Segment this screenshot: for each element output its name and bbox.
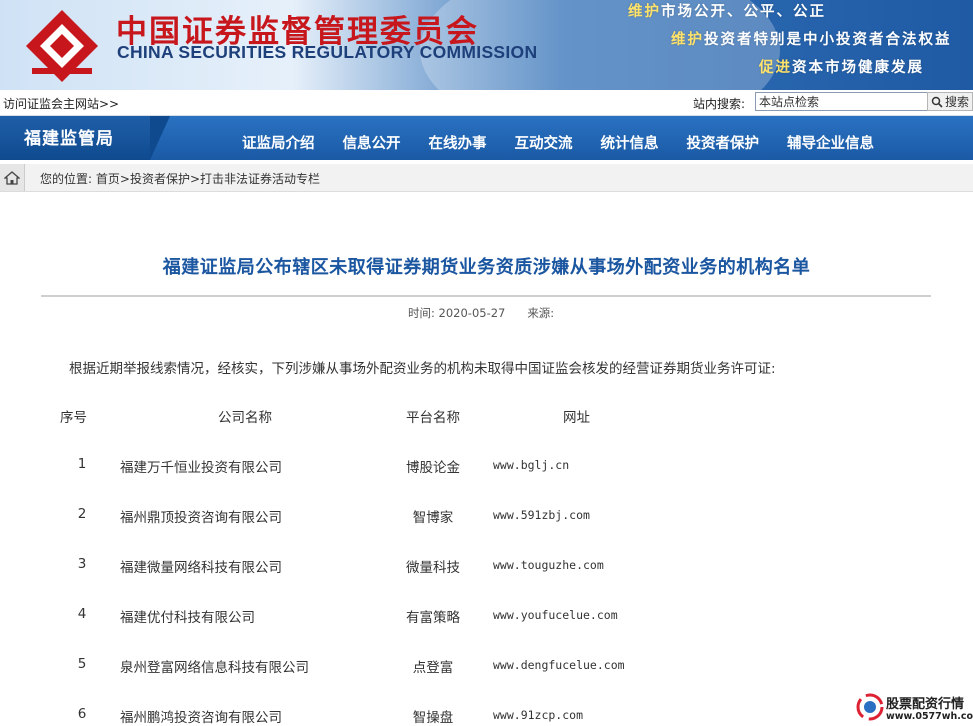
- row-platform: 有富策略: [406, 610, 460, 626]
- row-url: www.bglj.cn: [493, 458, 570, 472]
- main-site-link[interactable]: 访问证监会主网站>>: [3, 95, 119, 112]
- search-button-label: 搜索: [944, 95, 969, 109]
- row-index: 6: [77, 706, 87, 722]
- nav-items: 证监局介绍 信息公开 在线办事 互动交流 统计信息 投资者保护 辅导企业信息: [228, 116, 888, 160]
- row-url: www.91zcp.com: [493, 708, 584, 722]
- row-platform: 点登富: [412, 660, 454, 676]
- nav-item-interaction[interactable]: 互动交流: [501, 116, 587, 160]
- row-index: 4: [77, 606, 87, 622]
- article-intro: 根据近期举报线索情况，经核实，下列涉嫌从事场外配资业务的机构未取得中国证监会核发…: [69, 361, 776, 377]
- watermark-logo-icon: [856, 693, 884, 721]
- nav-item-counseling-info[interactable]: 辅导企业信息: [773, 116, 888, 160]
- col-header-index: 序号: [60, 410, 87, 426]
- home-button[interactable]: [0, 164, 25, 191]
- search-label: 站内搜索:: [693, 97, 746, 111]
- bureau-block: 福建监管局: [0, 116, 150, 160]
- time-label: 时间:: [408, 306, 435, 320]
- breadcrumb: 您的位置: 首页>投资者保护>打击非法证券活动专栏: [0, 164, 973, 192]
- source-label: 来源:: [527, 306, 555, 320]
- row-platform: 博股论金: [406, 460, 460, 476]
- search-input[interactable]: [755, 92, 931, 111]
- bureau-name: 福建监管局: [24, 129, 114, 149]
- nav-item-statistics[interactable]: 统计信息: [587, 116, 673, 160]
- header-banner: 中国证券监督管理委员会 CHINA SECURITIES REGULATORY …: [0, 0, 973, 90]
- article-title: 福建证监局公布辖区未取得证券期货业务资质涉嫌从事场外配资业务的机构名单: [162, 257, 811, 278]
- row-company: 福州鼎顶投资咨询有限公司: [120, 510, 282, 526]
- row-company: 福建微量网络科技有限公司: [120, 560, 282, 576]
- search-button[interactable]: 搜索: [927, 92, 973, 111]
- breadcrumb-trail: 您的位置: 首页>投资者保护>打击非法证券活动专栏: [40, 172, 321, 186]
- home-icon: [4, 170, 20, 185]
- slogan-1: 维护市场公开、公平、公正: [628, 3, 826, 20]
- utility-bar: 访问证监会主网站>> 站内搜索: 搜索: [0, 90, 973, 116]
- breadcrumb-current[interactable]: 打击非法证券活动专栏: [200, 172, 320, 186]
- row-company: 泉州登富网络信息科技有限公司: [120, 660, 309, 676]
- watermark: 股票配资行情 www.0577wh.com: [856, 691, 973, 726]
- nav-item-investor-protection[interactable]: 投资者保护: [673, 116, 774, 160]
- org-name-en: CHINA SECURITIES REGULATORY COMMISSION: [117, 42, 538, 62]
- col-header-url: 网址: [563, 410, 590, 426]
- col-header-platform: 平台名称: [406, 410, 460, 426]
- row-platform: 智操盘: [412, 710, 454, 726]
- breadcrumb-prefix: 您的位置:: [40, 172, 93, 186]
- row-index: 1: [77, 456, 87, 472]
- row-url: www.youfucelue.com: [493, 608, 618, 622]
- slogan-3: 促进资本市场健康发展: [759, 59, 924, 76]
- row-company: 福建万千恒业投资有限公司: [120, 460, 282, 476]
- row-index: 5: [77, 656, 87, 672]
- nav-item-bureau-intro[interactable]: 证监局介绍: [228, 116, 329, 160]
- row-platform: 微量科技: [406, 560, 460, 576]
- row-url: www.touguzhe.com: [493, 558, 604, 572]
- publish-date: 2020-05-27: [438, 306, 506, 320]
- row-company: 福建优付科技有限公司: [120, 610, 255, 626]
- main-nav: 福建监管局 证监局介绍 信息公开 在线办事 互动交流 统计信息 投资者保护 辅导…: [0, 116, 973, 160]
- bureau-tab-decoration: [150, 116, 170, 160]
- row-company: 福州鹏鸿投资咨询有限公司: [120, 710, 282, 726]
- col-header-company: 公司名称: [218, 410, 272, 426]
- row-platform: 智博家: [412, 510, 454, 526]
- watermark-url: www.0577wh.com: [886, 711, 973, 722]
- row-url: www.591zbj.com: [493, 508, 590, 522]
- nav-item-info-disclosure[interactable]: 信息公开: [329, 116, 415, 160]
- csrc-logo-icon: [26, 10, 98, 82]
- row-index: 2: [77, 506, 87, 522]
- nav-item-online-services[interactable]: 在线办事: [415, 116, 501, 160]
- search-icon: [931, 96, 943, 108]
- row-url: www.dengfucelue.com: [493, 658, 625, 672]
- slogan-2: 维护投资者特别是中小投资者合法权益: [671, 31, 952, 48]
- breadcrumb-investor-protection[interactable]: 投资者保护: [130, 172, 190, 186]
- row-index: 3: [77, 556, 87, 572]
- title-divider: [41, 295, 931, 297]
- watermark-name: 股票配资行情: [886, 697, 965, 712]
- breadcrumb-home[interactable]: 首页: [96, 172, 120, 186]
- article-meta: 时间: 2020-05-27 来源:: [408, 305, 554, 321]
